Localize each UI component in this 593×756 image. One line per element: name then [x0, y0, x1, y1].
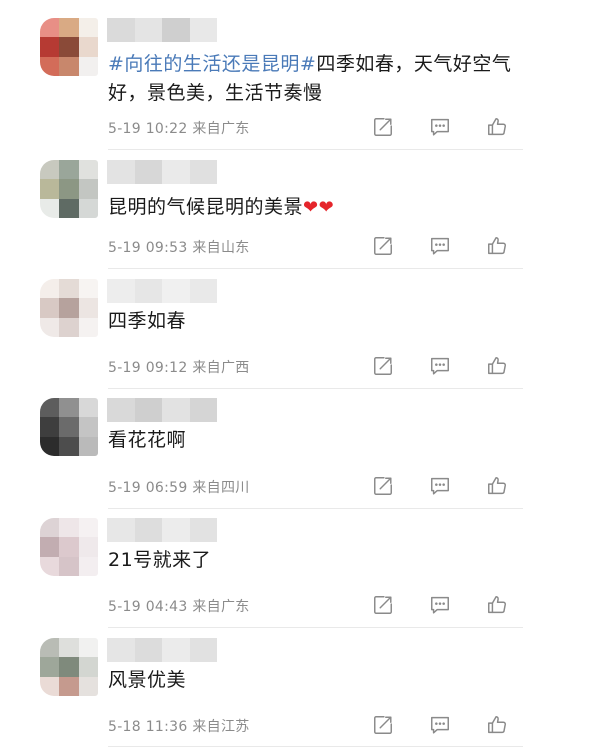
avatar[interactable]: [40, 398, 98, 456]
topic-link[interactable]: #向往的生活还是昆明#: [108, 53, 316, 75]
comment-actions: [370, 712, 510, 738]
avatar[interactable]: [40, 160, 98, 218]
comment-item: #向往的生活还是昆明#四季如春，天气好空气好，景色美，生活节奏慢 5-19 10:…: [0, 0, 593, 150]
comment-body: 风景优美: [108, 669, 187, 691]
username-blurred[interactable]: [107, 279, 217, 303]
comment-actions: [370, 233, 510, 259]
divider: [108, 746, 523, 747]
location-source: 来自江苏: [192, 719, 250, 735]
reply-icon[interactable]: [427, 114, 453, 140]
avatar[interactable]: [40, 18, 98, 76]
comment-text: 四季如春: [108, 307, 528, 336]
comment-text: 21号就来了: [108, 546, 528, 575]
avatar[interactable]: [40, 638, 98, 696]
timestamp: 5-19 06:59: [108, 480, 188, 496]
repost-icon[interactable]: [370, 233, 396, 259]
comment-body: 四季如春: [108, 310, 187, 332]
like-icon[interactable]: [484, 712, 510, 738]
comment-text: 看花花啊: [108, 426, 528, 455]
repost-icon[interactable]: [370, 592, 396, 618]
comment-meta: 5-19 04:43 来自广东: [108, 596, 250, 616]
comment-actions: [370, 114, 510, 140]
username-blurred[interactable]: [107, 18, 217, 42]
comment-text: 风景优美: [108, 666, 528, 695]
timestamp: 5-19 09:12: [108, 360, 188, 376]
comment-body: 21号就来了: [108, 549, 212, 571]
repost-icon[interactable]: [370, 712, 396, 738]
location-source: 来自广东: [192, 121, 250, 137]
username-blurred[interactable]: [107, 518, 217, 542]
comment-actions: [370, 592, 510, 618]
comment-item: 昆明的气候昆明的美景❤❤ 5-19 09:53 来自山东: [0, 138, 593, 269]
reply-icon[interactable]: [427, 712, 453, 738]
timestamp: 5-19 10:22: [108, 121, 188, 137]
location-source: 来自山东: [192, 240, 250, 256]
username-blurred[interactable]: [107, 638, 217, 662]
reply-icon[interactable]: [427, 233, 453, 259]
comment-meta: 5-19 09:53 来自山东: [108, 237, 250, 257]
comment-meta: 5-19 10:22 来自广东: [108, 118, 250, 138]
comment-item: 看花花啊 5-19 06:59 来自四川: [0, 376, 593, 509]
timestamp: 5-19 09:53: [108, 240, 188, 256]
username-blurred[interactable]: [107, 160, 217, 184]
repost-icon[interactable]: [370, 114, 396, 140]
comment-item: 四季如春 5-19 09:12 来自广西: [0, 257, 593, 389]
comment-text: #向往的生活还是昆明#四季如春，天气好空气好，景色美，生活节奏慢: [108, 50, 528, 108]
location-source: 来自四川: [192, 480, 250, 496]
avatar[interactable]: [40, 279, 98, 337]
timestamp: 5-19 04:43: [108, 599, 188, 615]
timestamp: 5-18 11:36: [108, 719, 188, 735]
comment-body: 昆明的气候昆明的美景: [108, 196, 304, 218]
comment-meta: 5-18 11:36 来自江苏: [108, 716, 250, 736]
reply-icon[interactable]: [427, 592, 453, 618]
like-icon[interactable]: [484, 233, 510, 259]
username-blurred[interactable]: [107, 398, 217, 422]
like-icon[interactable]: [484, 114, 510, 140]
comment-body: 看花花啊: [108, 429, 187, 451]
comment-meta: 5-19 09:12 来自广西: [108, 357, 250, 377]
comment-text: 昆明的气候昆明的美景❤❤: [108, 193, 528, 222]
comment-item: 风景优美 5-18 11:36 来自江苏: [0, 616, 593, 747]
comment-item: 21号就来了 5-19 04:43 来自广东: [0, 496, 593, 628]
location-source: 来自广东: [192, 599, 250, 615]
heart-emoji: ❤❤: [303, 197, 335, 218]
comment-meta: 5-19 06:59 来自四川: [108, 477, 250, 497]
avatar[interactable]: [40, 518, 98, 576]
location-source: 来自广西: [192, 360, 250, 376]
like-icon[interactable]: [484, 592, 510, 618]
